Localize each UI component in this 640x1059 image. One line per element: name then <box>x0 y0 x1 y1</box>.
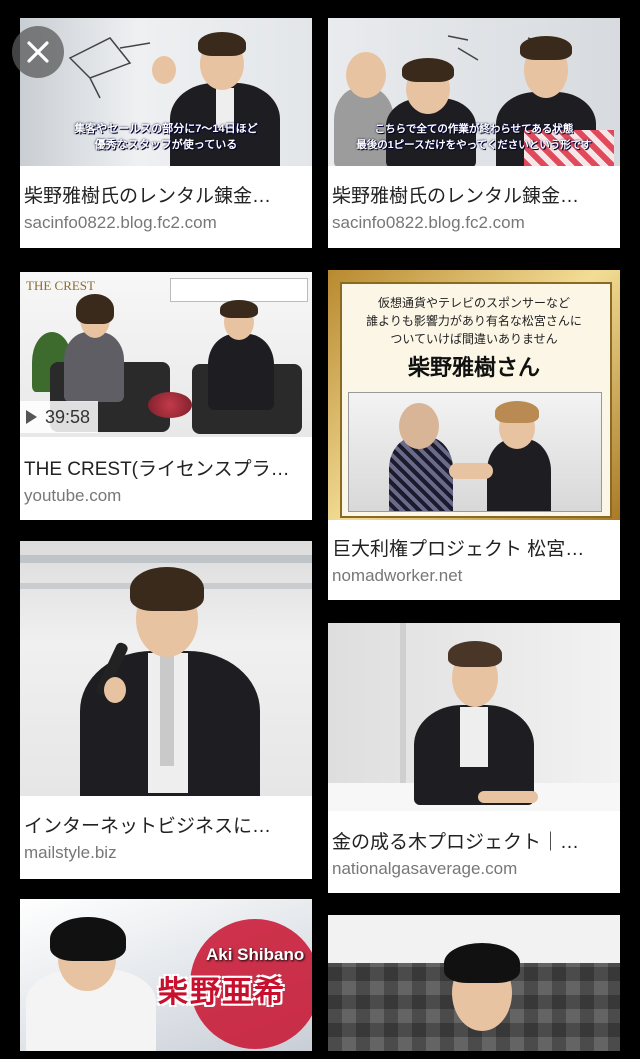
close-icon <box>27 41 49 63</box>
result-card[interactable]: Aki Shibano 柴野亜希 <box>20 899 312 1051</box>
result-title[interactable]: 柴野雅樹氏のレンタル錬金… <box>332 181 612 208</box>
subtitle-line: 集客やセールスの部分に7〜14日ほど <box>74 123 258 135</box>
result-thumbnail[interactable] <box>328 915 620 1051</box>
image-results-sheet: 集客やセールスの部分に7〜14日ほど 優秀なスタッフが使っている 柴野雅樹氏のレ… <box>8 8 632 1051</box>
result-thumbnail[interactable]: こちらで全ての作業が終わらせてある状態 最後の1ピースだけをやってくださいという… <box>328 18 620 166</box>
result-source: sacinfo0822.blog.fc2.com <box>332 213 525 232</box>
result-title[interactable]: 金の成る木プロジェクト｜… <box>332 827 612 854</box>
close-button[interactable] <box>12 26 64 78</box>
subtitle-line: 最後の1ピースだけをやってくださいという形です <box>356 139 592 151</box>
subtitle-line: 優秀なスタッフが使っている <box>94 139 238 151</box>
result-card[interactable]: 金の成る木プロジェクト｜… nationalgasaverage.com <box>328 623 620 893</box>
panel-text: ついていけば間違いありません <box>390 332 558 346</box>
result-source: nationalgasaverage.com <box>332 859 518 878</box>
play-icon <box>26 410 37 424</box>
panel-text: 仮想通貨やテレビのスポンサーなど <box>377 296 570 310</box>
result-thumbnail[interactable]: Aki Shibano 柴野亜希 <box>20 899 312 1051</box>
subtitle-line: こちらで全ての作業が終わらせてある状態 <box>374 123 574 135</box>
result-thumbnail[interactable]: THE CREST 39:58 <box>20 272 312 437</box>
result-thumbnail[interactable]: 集客やセールスの部分に7〜14日ほど 優秀なスタッフが使っている <box>20 18 312 166</box>
result-card[interactable]: 仮想通貨やテレビのスポンサーなど 誰よりも影響力があり有名な松宮さんに ついてい… <box>328 270 620 600</box>
athlete-name-en: Aki Shibano <box>206 945 305 964</box>
result-thumbnail[interactable]: 仮想通貨やテレビのスポンサーなど 誰よりも影響力があり有名な松宮さんに ついてい… <box>328 270 620 520</box>
result-source: nomadworker.net <box>332 566 463 585</box>
crest-logo: THE CREST <box>26 278 95 293</box>
result-title[interactable]: インターネットビジネスに… <box>24 811 304 838</box>
result-thumbnail[interactable] <box>20 541 312 796</box>
result-source: youtube.com <box>24 486 122 505</box>
panel-text: 誰よりも影響力があり有名な松宮さんに <box>366 314 582 328</box>
result-card[interactable] <box>328 915 620 1051</box>
panel-name: 柴野雅樹さん <box>407 355 540 381</box>
result-source: sacinfo0822.blog.fc2.com <box>24 213 217 232</box>
result-source: mailstyle.biz <box>24 843 117 862</box>
video-duration: 39:58 <box>45 406 91 427</box>
result-card[interactable]: インターネットビジネスに… mailstyle.biz <box>20 541 312 879</box>
result-card[interactable]: こちらで全ての作業が終わらせてある状態 最後の1ピースだけをやってくださいという… <box>328 18 620 248</box>
result-card[interactable]: THE CREST 39:58 THE CREST(ライセンスプラ… youtu… <box>20 272 312 520</box>
result-title[interactable]: 巨大利権プロジェクト 松宮… <box>332 534 612 561</box>
result-thumbnail[interactable] <box>328 623 620 811</box>
athlete-name-jp: 柴野亜希 <box>158 976 286 1009</box>
video-duration-badge: 39:58 <box>20 401 99 433</box>
result-title[interactable]: THE CREST(ライセンスプラ… <box>24 454 304 481</box>
result-title[interactable]: 柴野雅樹氏のレンタル錬金… <box>24 181 304 208</box>
